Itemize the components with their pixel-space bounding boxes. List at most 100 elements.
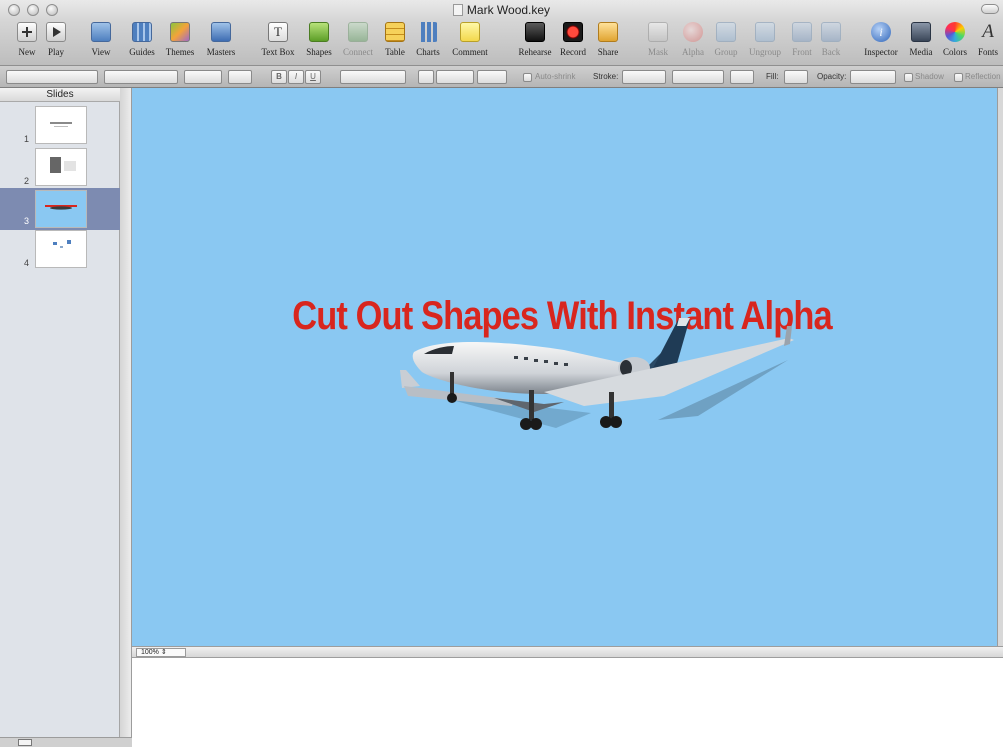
opacity-field[interactable]: [850, 70, 896, 84]
line-spacing-icon[interactable]: [418, 70, 434, 84]
italic-button[interactable]: I: [288, 70, 304, 84]
text-box-icon: T: [268, 22, 288, 42]
media-label: Media: [909, 47, 933, 57]
keynote-window: Mark Wood.key New Play View Guides Theme…: [0, 0, 1003, 747]
zoom-popup[interactable]: 100% ⇕: [136, 648, 186, 657]
masters-button[interactable]: Masters: [202, 22, 240, 57]
slide-number: 4: [24, 258, 30, 268]
stroke-width-field[interactable]: [672, 70, 724, 84]
mask-label: Mask: [648, 47, 668, 57]
table-button[interactable]: Table: [382, 22, 408, 57]
view-button[interactable]: View: [89, 22, 113, 57]
reflection-checkbox[interactable]: [954, 73, 963, 82]
slide-preview: [35, 190, 87, 228]
stroke-style-popup[interactable]: [622, 70, 666, 84]
guides-label: Guides: [129, 47, 155, 57]
fill-label: Fill:: [766, 72, 779, 81]
columns-popup[interactable]: [477, 70, 507, 84]
text-box-label: Text Box: [261, 47, 295, 57]
text-color-well[interactable]: [228, 70, 252, 84]
alignment-buttons[interactable]: [340, 70, 406, 84]
slide-thumbnail-3[interactable]: 3: [0, 188, 120, 230]
fill-color-well[interactable]: [784, 70, 808, 84]
colors-button[interactable]: Colors: [940, 22, 970, 57]
inspector-icon: i: [871, 22, 891, 42]
opacity-label: Opacity:: [817, 72, 847, 81]
font-size-popup[interactable]: [184, 70, 222, 84]
comment-label: Comment: [452, 47, 488, 57]
comment-button[interactable]: Comment: [449, 22, 491, 57]
shadow-checkbox[interactable]: [904, 73, 913, 82]
alpha-button[interactable]: Alpha: [680, 22, 706, 57]
stroke-color-well[interactable]: [730, 70, 754, 84]
slide-preview: [35, 106, 87, 144]
presenter-notes[interactable]: [132, 658, 1003, 747]
canvas-scrollbar[interactable]: [997, 88, 1003, 646]
connect-icon: [348, 22, 368, 42]
comment-icon: [460, 22, 480, 42]
auto-shrink-label: Auto-shrink: [535, 72, 576, 81]
navigator-scrollbar[interactable]: [120, 88, 132, 747]
text-box-button[interactable]: T Text Box: [258, 22, 298, 57]
reflection-label: Reflection: [965, 72, 1001, 81]
themes-button[interactable]: Themes: [162, 22, 198, 57]
play-icon: [46, 22, 66, 42]
play-button[interactable]: Play: [45, 22, 67, 57]
colors-label: Colors: [942, 47, 967, 57]
alpha-label: Alpha: [682, 47, 704, 57]
guides-button[interactable]: Guides: [125, 22, 159, 57]
themes-icon: [170, 22, 190, 42]
slide-canvas[interactable]: Cut Out Shapes With Instant Alpha: [132, 88, 997, 646]
fonts-icon: A: [982, 21, 994, 42]
front-button[interactable]: Front: [790, 22, 814, 57]
toolbar: New Play View Guides Themes Masters T Te…: [0, 20, 1003, 66]
slide-thumbnail-1[interactable]: 1: [0, 106, 120, 148]
slide-thumbnail-2[interactable]: 2: [0, 148, 120, 190]
charts-icon: [418, 22, 438, 42]
bold-button[interactable]: B: [271, 70, 287, 84]
toolbar-toggle-button[interactable]: [981, 4, 999, 14]
share-icon: [598, 22, 618, 42]
group-button[interactable]: Group: [712, 22, 740, 57]
airplane-image[interactable]: [394, 310, 804, 440]
rehearse-button[interactable]: Rehearse: [513, 22, 557, 57]
slide-thumbnail-4[interactable]: 4: [0, 230, 120, 272]
share-button[interactable]: Share: [595, 22, 621, 57]
shapes-button[interactable]: Shapes: [302, 22, 336, 57]
fonts-button[interactable]: A Fonts: [975, 21, 1001, 58]
charts-button[interactable]: Charts: [413, 22, 443, 57]
view-options-popup[interactable]: [18, 739, 32, 746]
line-spacing-popup[interactable]: [436, 70, 474, 84]
slide-number: 2: [24, 176, 30, 186]
rehearse-label: Rehearse: [518, 47, 552, 57]
front-label: Front: [792, 47, 812, 57]
view-icon: [91, 22, 111, 42]
ungroup-button[interactable]: Ungroup: [745, 22, 785, 57]
back-icon: [821, 22, 841, 42]
fonts-label: Fonts: [977, 47, 998, 57]
shapes-label: Shapes: [306, 47, 332, 57]
media-button[interactable]: Media: [907, 22, 935, 57]
record-button[interactable]: Record: [558, 22, 588, 57]
back-label: Back: [821, 47, 841, 57]
ungroup-icon: [755, 22, 775, 42]
record-label: Record: [560, 47, 586, 57]
inspector-button[interactable]: i Inspector: [860, 22, 902, 57]
mask-button[interactable]: Mask: [646, 22, 670, 57]
record-icon: [563, 22, 583, 42]
slide-number: 1: [24, 134, 30, 144]
new-button[interactable]: New: [16, 22, 38, 57]
underline-button[interactable]: U: [305, 70, 321, 84]
navigator-footer: [0, 737, 132, 747]
zoom-value: 100%: [141, 649, 159, 656]
font-style-popup[interactable]: [104, 70, 178, 84]
ungroup-label: Ungroup: [749, 47, 781, 57]
auto-shrink-checkbox[interactable]: [523, 73, 532, 82]
font-family-popup[interactable]: [6, 70, 98, 84]
slide-preview: [35, 230, 87, 268]
back-button[interactable]: Back: [820, 22, 842, 57]
shadow-label: Shadow: [915, 72, 944, 81]
connect-label: Connect: [343, 47, 373, 57]
connect-button[interactable]: Connect: [340, 22, 376, 57]
guides-icon: [132, 22, 152, 42]
